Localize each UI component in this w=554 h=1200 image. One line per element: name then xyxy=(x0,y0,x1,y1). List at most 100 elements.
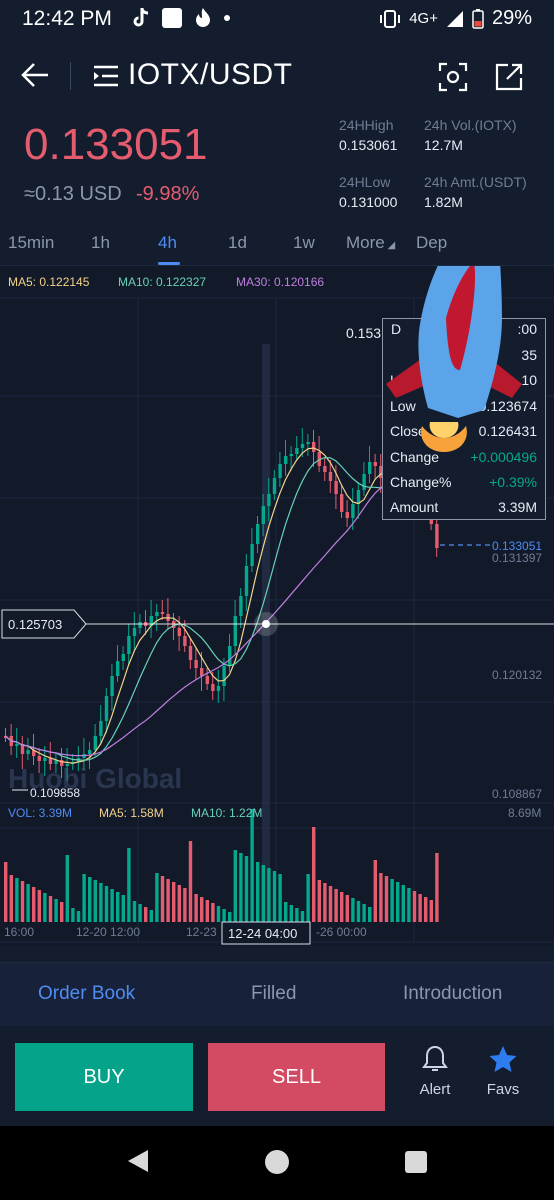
candle xyxy=(295,448,299,454)
candle xyxy=(368,462,372,474)
caret-down-icon: ◢ xyxy=(384,240,396,251)
volume-bar xyxy=(239,853,243,922)
candle xyxy=(261,506,265,524)
tab-filled[interactable]: Filled xyxy=(251,983,296,1005)
android-nav-bar xyxy=(0,1126,554,1200)
candle xyxy=(250,544,254,566)
candle xyxy=(312,442,316,452)
volume-bar xyxy=(233,850,237,922)
tab-more-label: More xyxy=(346,233,385,252)
volume-bar xyxy=(121,895,125,922)
tab-order-book[interactable]: Order Book xyxy=(38,983,135,1005)
volume-bar xyxy=(110,889,114,922)
kline-chart[interactable]: MA5: 0.122145 MA10: 0.122327 MA30: 0.120… xyxy=(0,266,554,946)
crosshair-price: 0.125703 xyxy=(8,617,62,632)
candle xyxy=(351,504,355,518)
volume-bar xyxy=(345,895,349,922)
screenshot-icon[interactable] xyxy=(438,62,468,92)
candle xyxy=(183,636,187,646)
volume-bar xyxy=(116,892,120,922)
tab-introduction[interactable]: Introduction xyxy=(403,983,502,1005)
status-bar: 12:42 PM 4G+ 29% xyxy=(0,0,554,38)
crosshair-band xyxy=(262,344,270,934)
volume-bar xyxy=(362,904,366,922)
volume-bar xyxy=(250,809,254,922)
volume-bar xyxy=(429,900,433,922)
favs-label: Favs xyxy=(486,1081,520,1098)
volume-bar xyxy=(418,894,422,922)
ma-lines xyxy=(5,447,438,764)
tooltip-amount-label: Amount xyxy=(390,499,439,515)
candle xyxy=(300,444,305,448)
volume-bar xyxy=(65,855,69,922)
status-time: 12:42 PM xyxy=(22,7,112,30)
share-icon[interactable] xyxy=(494,62,524,92)
volume-bar xyxy=(60,902,64,922)
crosshair-dot xyxy=(262,620,270,628)
vol-ma5-legend: MA5: 1.58M xyxy=(99,806,164,820)
tab-4h[interactable]: 4h xyxy=(158,233,177,253)
tab-1h[interactable]: 1h xyxy=(91,233,110,253)
volume-bar xyxy=(244,856,249,922)
volume-bar xyxy=(323,883,327,922)
volume-bar xyxy=(200,897,204,922)
change-percent: -9.98% xyxy=(136,183,200,205)
back-arrow-icon[interactable] xyxy=(18,58,52,92)
stat-label: 24HLow xyxy=(339,174,391,190)
vol-max-label: 8.69M xyxy=(508,806,541,820)
buy-button[interactable]: BUY xyxy=(15,1043,193,1111)
tab-depth[interactable]: Dep xyxy=(416,233,447,253)
volume-bar xyxy=(26,884,30,922)
candle xyxy=(328,472,333,481)
alert-button[interactable]: Alert xyxy=(412,1044,458,1098)
pair-menu-icon[interactable] xyxy=(92,64,120,88)
volume-bar xyxy=(351,898,355,922)
app-square-icon xyxy=(162,8,182,28)
candle xyxy=(272,478,277,494)
notification-icons xyxy=(132,7,230,29)
nav-back-icon[interactable] xyxy=(126,1148,150,1174)
volume-bar xyxy=(76,911,81,922)
candle xyxy=(323,466,327,472)
volume-bar xyxy=(334,889,338,922)
tab-1w[interactable]: 1w xyxy=(293,233,315,253)
sell-button[interactable]: SELL xyxy=(208,1043,385,1111)
last-price: 0.133051 xyxy=(24,120,208,169)
stat-value: 0.153061 xyxy=(339,137,398,153)
system-icons: 4G+ 29% xyxy=(379,7,532,30)
tab-15min[interactable]: 15min xyxy=(8,233,54,253)
volume-bar xyxy=(132,901,137,922)
volume-bar xyxy=(205,900,209,922)
volume-bar xyxy=(312,827,316,922)
tab-1d[interactable]: 1d xyxy=(228,233,247,253)
favs-button[interactable]: Favs xyxy=(480,1044,526,1098)
active-tab-indicator xyxy=(158,262,180,265)
nav-recents-icon[interactable] xyxy=(405,1151,427,1173)
candlesticks xyxy=(4,428,439,781)
alert-label: Alert xyxy=(419,1081,451,1098)
candle xyxy=(228,646,232,666)
candle xyxy=(362,474,366,490)
header-divider xyxy=(70,62,71,90)
tooltip-changepct-value: +0.39% xyxy=(489,474,537,490)
battery-icon xyxy=(472,8,484,29)
volume-bar xyxy=(340,892,344,922)
volume-bars xyxy=(4,809,439,922)
candle xyxy=(216,686,221,691)
tooltip-changepct-label: Change% xyxy=(390,474,452,490)
volume-bar xyxy=(15,878,19,922)
volume-bar xyxy=(300,911,305,922)
candle xyxy=(99,721,103,736)
flame-icon xyxy=(196,8,210,27)
star-icon xyxy=(489,1046,517,1072)
nav-home-icon[interactable] xyxy=(265,1150,289,1174)
candle xyxy=(110,676,114,696)
volume-bar xyxy=(435,853,439,922)
volume-bar xyxy=(278,874,282,922)
volume-bar xyxy=(104,886,109,922)
stat-value: 1.82M xyxy=(424,194,463,210)
vol-ma10-legend: MA10: 1.22M xyxy=(191,806,262,820)
tab-more[interactable]: More ◢ xyxy=(346,233,395,253)
pair-title[interactable]: IOTX/USDT xyxy=(128,58,293,92)
candle xyxy=(116,661,120,676)
